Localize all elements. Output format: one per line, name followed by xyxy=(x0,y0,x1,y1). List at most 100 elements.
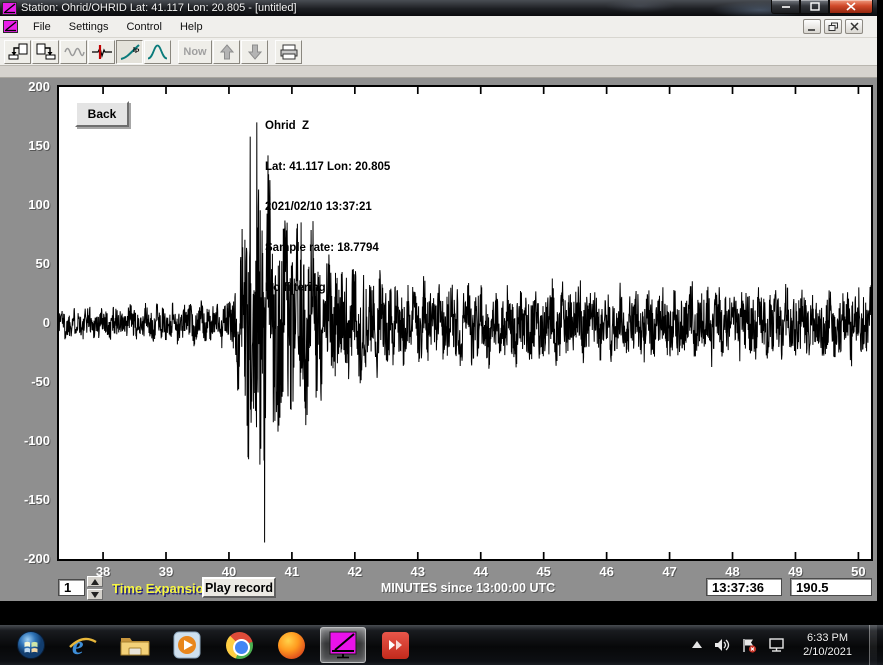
back-button[interactable]: Back xyxy=(75,101,129,127)
spinner-up-icon xyxy=(91,579,99,585)
seismogram-plot[interactable]: Back Ohrid Z Lat: 41.117 Lon: 20.805 202… xyxy=(57,85,873,561)
start-button[interactable] xyxy=(8,627,54,663)
clock-time: 6:33 PM xyxy=(803,631,852,645)
x-axis-tick-label: 39 xyxy=(146,564,186,579)
y-axis-tick-label: -200 xyxy=(0,551,50,566)
annotation-sample-rate: Sample rate: 18.7794 xyxy=(265,242,390,256)
mdi-close-button[interactable] xyxy=(845,19,863,34)
waveform-icon xyxy=(63,43,85,61)
x-axis-tick-label: 41 xyxy=(272,564,312,579)
menu-settings[interactable]: Settings xyxy=(60,18,118,36)
desktop: Station: Ohrid/OHRID Lat: 41.117 Lon: 20… xyxy=(0,0,883,665)
folder-icon xyxy=(119,632,151,658)
waveform-view-button[interactable] xyxy=(60,40,87,64)
time-expansion-up-button[interactable] xyxy=(87,576,103,587)
toolbar-spacer xyxy=(0,66,877,78)
scroll-up-icon xyxy=(218,43,236,61)
travel-time-curve-button[interactable]: P xyxy=(116,40,143,64)
scroll-down-icon xyxy=(246,43,264,61)
maximize-button[interactable] xyxy=(800,0,829,14)
windows-taskbar: e xyxy=(0,625,883,665)
network-icon[interactable] xyxy=(768,638,786,653)
cursor-amplitude-field[interactable]: 190.5 xyxy=(790,578,872,596)
remote-app-button[interactable] xyxy=(372,627,418,663)
seismograph-app-icon xyxy=(328,631,358,659)
x-axis-caption: MINUTES since 13:00:00 UTC xyxy=(348,581,588,595)
annotation-station: Ohrid Z xyxy=(265,120,390,134)
media-player-button[interactable] xyxy=(164,627,210,663)
taskbar-clock[interactable]: 6:33 PM 2/10/2021 xyxy=(803,631,852,659)
y-axis-tick-label: 100 xyxy=(0,197,50,212)
gaussian-filter-button[interactable] xyxy=(144,40,171,64)
phase-pick-button[interactable] xyxy=(88,40,115,64)
windows-start-icon xyxy=(16,630,46,660)
show-hidden-icons-chevron[interactable] xyxy=(691,640,703,650)
mdi-child-icon xyxy=(3,20,18,33)
scroll-up-button[interactable] xyxy=(213,40,240,64)
title-bar: Station: Ohrid/OHRID Lat: 41.117 Lon: 20… xyxy=(0,0,877,16)
scroll-down-button[interactable] xyxy=(241,40,268,64)
show-desktop-button[interactable] xyxy=(869,625,877,665)
save-record-button[interactable] xyxy=(32,40,59,64)
gaussian-curve-icon xyxy=(147,43,169,61)
x-axis-tick-label: 49 xyxy=(775,564,815,579)
y-axis-tick-label: 50 xyxy=(0,256,50,271)
print-button[interactable] xyxy=(275,40,302,64)
menu-help[interactable]: Help xyxy=(171,18,212,36)
file-explorer-button[interactable] xyxy=(112,627,158,663)
trace-annotation: Ohrid Z Lat: 41.117 Lon: 20.805 2021/02/… xyxy=(265,93,390,323)
time-expansion-label: Time Expansion xyxy=(112,581,211,596)
annotation-datetime: 2021/02/10 13:37:21 xyxy=(265,201,390,215)
mdi-restore-button[interactable] xyxy=(824,19,842,34)
annotation-latlon: Lat: 41.117 Lon: 20.805 xyxy=(265,161,390,175)
open-record-icon xyxy=(7,43,29,61)
volume-icon[interactable] xyxy=(714,638,730,652)
remote-app-icon xyxy=(382,632,409,659)
x-axis-tick-label: 45 xyxy=(524,564,564,579)
menu-bar: File Settings Control Help xyxy=(0,16,877,38)
print-icon xyxy=(278,43,300,61)
close-button[interactable] xyxy=(829,0,873,14)
minimize-button[interactable] xyxy=(771,0,800,14)
x-axis-tick-label: 48 xyxy=(713,564,753,579)
mdi-minimize-button[interactable] xyxy=(803,19,821,34)
y-axis-tick-label: 200 xyxy=(0,79,50,94)
firefox-icon xyxy=(278,632,305,659)
action-center-flag-icon[interactable] xyxy=(741,638,757,653)
y-axis-tick-label: 0 xyxy=(0,315,50,330)
seismogram-view: Back Ohrid Z Lat: 41.117 Lon: 20.805 202… xyxy=(0,78,877,601)
chrome-icon xyxy=(226,632,253,659)
phase-pick-icon xyxy=(91,43,113,61)
y-axis-tick-label: -150 xyxy=(0,492,50,507)
open-record-button[interactable] xyxy=(4,40,31,64)
y-axis-tick-label: -100 xyxy=(0,433,50,448)
svg-text:e: e xyxy=(72,631,84,660)
now-button[interactable]: Now xyxy=(178,40,212,64)
x-axis-tick-label: 47 xyxy=(650,564,690,579)
seismograph-app-window: Station: Ohrid/OHRID Lat: 41.117 Lon: 20… xyxy=(0,0,877,602)
y-axis-tick-label: 150 xyxy=(0,138,50,153)
toolbar: P Now xyxy=(0,38,877,66)
media-player-icon xyxy=(173,631,201,659)
x-axis-tick-label: 46 xyxy=(587,564,627,579)
play-record-button[interactable]: Play record xyxy=(202,577,276,598)
annotation-filtering: No filtering xyxy=(265,282,390,296)
cursor-time-field[interactable]: 13:37:36 xyxy=(706,578,782,596)
waveform-trace xyxy=(59,122,871,542)
menu-control[interactable]: Control xyxy=(117,18,170,36)
menu-file[interactable]: File xyxy=(24,18,60,36)
x-axis-tick-label: 43 xyxy=(398,564,438,579)
app-icon xyxy=(2,2,17,15)
x-axis-tick-label: 50 xyxy=(838,564,878,579)
chrome-button[interactable] xyxy=(216,627,262,663)
y-axis-tick-label: -50 xyxy=(0,374,50,389)
time-expansion-input[interactable]: 1 xyxy=(58,579,85,596)
seismograph-app-taskbar-button[interactable] xyxy=(320,627,366,663)
svg-text:P: P xyxy=(135,48,140,55)
system-tray: 6:33 PM 2/10/2021 xyxy=(691,625,883,665)
time-expansion-down-button[interactable] xyxy=(87,589,103,600)
internet-explorer-icon: e xyxy=(68,630,98,660)
clock-date: 2/10/2021 xyxy=(803,645,852,659)
firefox-button[interactable] xyxy=(268,627,314,663)
internet-explorer-button[interactable]: e xyxy=(60,627,106,663)
